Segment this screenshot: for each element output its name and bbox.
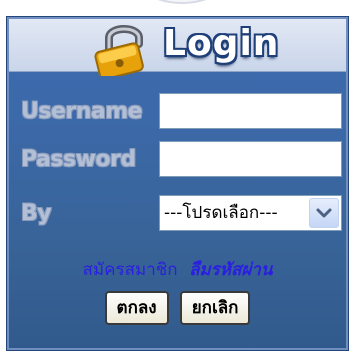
by-row: By ---โปรดเลือก--- bbox=[7, 195, 348, 235]
by-select[interactable]: ---โปรดเลือก--- bbox=[159, 195, 342, 231]
username-label: Username bbox=[21, 99, 143, 124]
by-select-value: ---โปรดเลือก--- bbox=[164, 203, 278, 223]
by-label: By bbox=[21, 201, 52, 226]
cancel-button[interactable]: ยกเลิก bbox=[179, 291, 251, 325]
password-label: Password bbox=[21, 147, 136, 172]
chevron-down-icon[interactable] bbox=[309, 198, 339, 228]
page: Login Username Password By ---โปรดเลือก-… bbox=[0, 0, 363, 361]
register-link[interactable]: สมัครสมาชิก bbox=[83, 260, 178, 280]
username-row: Username bbox=[7, 93, 348, 133]
username-input[interactable] bbox=[159, 93, 342, 129]
forgot-password-link[interactable]: ลืมรหัสผ่าน bbox=[189, 260, 272, 280]
ok-button[interactable]: ตกลง bbox=[104, 291, 169, 325]
account-links: สมัครสมาชิก ลืมรหัสผ่าน bbox=[7, 259, 348, 281]
padlock-icon bbox=[94, 25, 144, 76]
password-input[interactable] bbox=[159, 141, 342, 177]
decorative-circle bbox=[105, 0, 259, 4]
button-bar: ตกลง ยกเลิก bbox=[7, 291, 348, 325]
login-title: Login bbox=[163, 23, 280, 64]
login-panel: Login Username Password By ---โปรดเลือก-… bbox=[6, 16, 349, 351]
chevron-down-glyph bbox=[316, 208, 332, 218]
password-row: Password bbox=[7, 141, 348, 181]
